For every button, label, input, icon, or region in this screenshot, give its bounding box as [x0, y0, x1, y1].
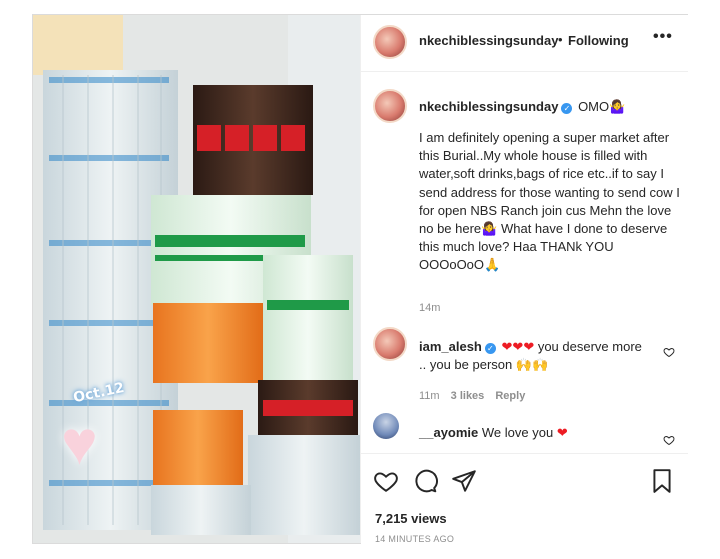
caption-text: I am definitely opening a super market a… — [419, 130, 680, 273]
commenter-username-link[interactable]: iam_alesh — [419, 339, 482, 354]
caption-username-link[interactable]: nkechiblessingsunday — [419, 99, 558, 114]
comment-body: We love you ❤ — [481, 425, 568, 440]
post-details-panel: nkechiblessingsunday • Following ••• nke… — [361, 15, 688, 544]
comment-likes-link[interactable]: 3 likes — [451, 390, 485, 402]
verified-icon: ✓ — [561, 103, 573, 114]
caption-timestamp: 14m — [419, 302, 441, 314]
commenter-avatar[interactable] — [373, 413, 399, 439]
post-actions-bar: 7,215 views 14 MINUTES AGO — [361, 453, 688, 544]
caption-header: nkechiblessingsunday ✓ OMO🤷‍♀️ — [419, 99, 625, 115]
author-avatar[interactable] — [373, 25, 407, 59]
like-comment-heart-icon[interactable] — [663, 346, 675, 358]
commenter-username-link[interactable]: __ayomie — [419, 425, 478, 440]
more-icon[interactable]: ••• — [653, 28, 673, 46]
heart-sticker-icon: ♥ — [61, 409, 98, 478]
following-button[interactable]: Following — [568, 33, 629, 48]
heart-icon[interactable] — [373, 468, 399, 494]
verified-icon: ✓ — [484, 343, 496, 354]
comment-meta: 11m 3 likes Reply — [419, 390, 533, 402]
comment-text: iam_alesh ✓ ❤❤❤ you deserve more .. you b… — [419, 338, 651, 374]
view-count[interactable]: 7,215 views — [375, 511, 447, 526]
caption-author-avatar[interactable] — [373, 89, 407, 123]
comment-text: __ayomie We love you ❤ — [419, 425, 568, 441]
caption-title: OMO🤷‍♀️ — [578, 99, 626, 114]
like-comment-heart-icon[interactable] — [663, 434, 675, 446]
comment-timestamp: 11m — [419, 390, 440, 402]
comment-icon[interactable] — [412, 468, 438, 494]
post-video[interactable]: Oct.12 ♥ — [33, 15, 360, 543]
reply-button[interactable]: Reply — [495, 390, 525, 402]
author-username-link[interactable]: nkechiblessingsunday — [419, 33, 558, 48]
commenter-avatar[interactable] — [373, 327, 407, 361]
instagram-post: Oct.12 ♥ nkechiblessingsunday • Followin… — [32, 14, 688, 544]
bookmark-icon[interactable] — [649, 468, 675, 494]
post-header: nkechiblessingsunday • Following ••• — [361, 15, 688, 72]
header-separator: • — [558, 32, 563, 47]
post-timestamp: 14 MINUTES AGO — [375, 534, 455, 544]
share-icon[interactable] — [451, 468, 477, 494]
